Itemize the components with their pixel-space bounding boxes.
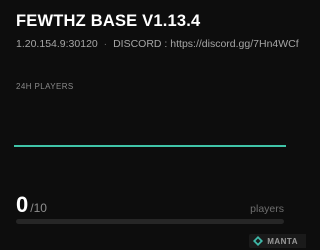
discord-link[interactable]: DISCORD : https://discord.gg/7Hn4WCf [113,38,299,50]
players-unit-label: players [250,203,284,215]
diamond-logo-icon [253,236,264,246]
player-progress-bar [16,219,284,224]
players-chart [14,145,286,147]
brand-name: MANTA [267,236,298,246]
current-players: 0 [16,192,29,217]
brand-badge[interactable]: MANTA [249,234,306,248]
server-address[interactable]: 1.20.154.9:30120 [16,38,98,50]
server-subtitle: 1.20.154.9:30120 · DISCORD : https://dis… [16,38,300,50]
max-players: /10 [30,201,47,215]
separator-dot: · [103,38,108,50]
chart-label: 24H PLAYERS [16,82,74,91]
player-count: 0/10 [16,192,47,218]
server-title: FEWTHZ BASE V1.13.4 [16,12,201,30]
